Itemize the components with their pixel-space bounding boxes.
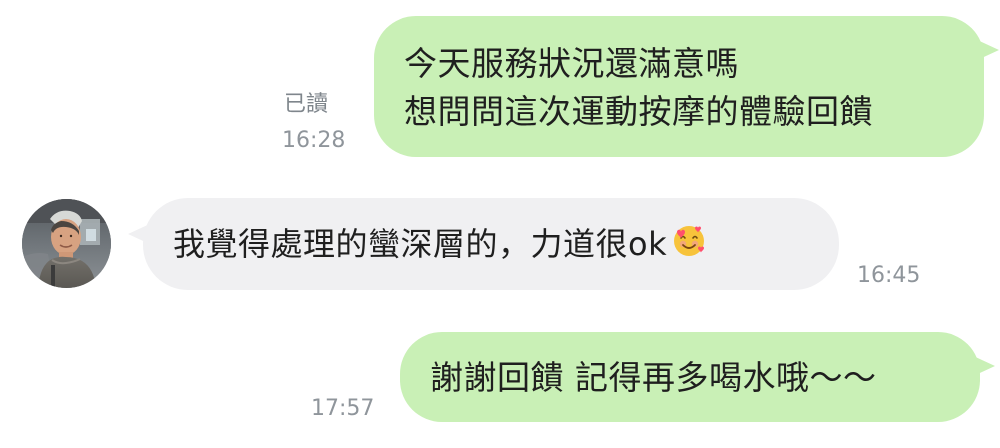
message-text: 我覺得處理的蠻深層的，力道很ok	[173, 225, 668, 263]
message-text: 謝謝回饋 記得再多喝水哦～～	[430, 358, 877, 397]
smiling-face-with-hearts-icon	[671, 223, 707, 272]
message-time: 17:57	[311, 396, 375, 421]
outgoing-message-bubble[interactable]: 今天服務狀況還滿意嗎 想問問這次運動按摩的體驗回饋	[374, 16, 999, 157]
message-line: 想問問這次運動按摩的體驗回饋	[404, 92, 873, 131]
read-status: 已讀	[284, 92, 329, 117]
chat-thread: 已讀 16:28 今天服務狀況還滿意嗎 想問問這次運動按摩的體驗回饋 我覺得處理…	[0, 0, 1000, 448]
incoming-message-bubble[interactable]: 我覺得處理的蠻深層的，力道很ok	[128, 198, 839, 290]
avatar[interactable]	[22, 199, 111, 288]
message-line: 今天服務狀況還滿意嗎	[404, 44, 739, 83]
message-time: 16:28	[282, 128, 346, 153]
message-time: 16:45	[857, 263, 921, 288]
message-line: 我覺得處理的蠻深層的，力道很ok	[173, 220, 839, 272]
outgoing-message-bubble[interactable]: 謝謝回饋 記得再多喝水哦～～	[400, 332, 995, 422]
